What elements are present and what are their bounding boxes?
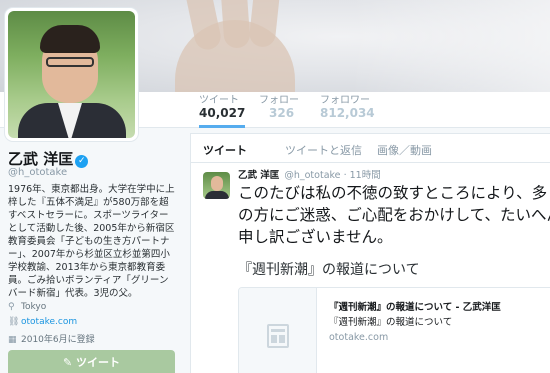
document-icon xyxy=(267,324,289,348)
tab-tweets[interactable]: ツイート xyxy=(203,142,247,158)
profile-avatar[interactable] xyxy=(5,8,138,141)
tweet-link-title: 『週刊新潮』の報道について xyxy=(238,262,420,278)
tweet-author-handle[interactable]: @h_ototake xyxy=(284,170,340,181)
location-pin-icon: ⚲ xyxy=(8,302,15,312)
nav-tweets[interactable]: ツイート 40,027 xyxy=(199,95,246,128)
tweet-author-name[interactable]: 乙武 洋匡 xyxy=(238,170,279,181)
profile-joined: ▦ 2010年6月に登録 xyxy=(8,332,95,345)
tweet-separator: · xyxy=(343,170,347,181)
card-thumbnail xyxy=(239,288,317,373)
timeline-tabs: ツイート ツイートと返信 画像／動画 xyxy=(191,134,550,163)
nav-following-label: フォロー xyxy=(259,95,299,106)
card-description: 『週刊新潮』の報道について xyxy=(329,317,453,328)
profile-name[interactable]: 乙武 洋匡 xyxy=(8,150,73,168)
tweet-timestamp[interactable]: 11時間 xyxy=(350,170,381,181)
location-text: Tokyo xyxy=(21,302,47,312)
card-domain: ototake.com xyxy=(329,332,389,343)
verified-badge-icon: ✓ xyxy=(75,155,89,168)
tweet-avatar[interactable] xyxy=(203,172,230,199)
tweet-avatar-face xyxy=(211,176,223,191)
banner-shade xyxy=(350,0,550,92)
tweet-text: このたびは私の不徳の致すところにより、多くの方にご迷惑、ご心配をおかけして、たい… xyxy=(238,184,550,246)
joined-text: 2010年6月に登録 xyxy=(21,335,95,345)
timeline-panel: ツイート ツイートと返信 画像／動画 乙武 洋匡 @h_ototake · 11… xyxy=(190,133,550,373)
nav-tweets-count: 40,027 xyxy=(199,106,246,120)
tweet-header: 乙武 洋匡 @h_ototake · 11時間 xyxy=(238,167,381,181)
calendar-icon: ▦ xyxy=(8,335,17,345)
card-title: 『週刊新潮』の報道について - 乙武洋匡 xyxy=(329,302,501,313)
tweet-avatar-suit xyxy=(205,191,229,199)
profile-location: ⚲ Tokyo xyxy=(8,302,46,312)
tweet-button-label: ツイート xyxy=(76,356,121,369)
profile-page: ツイート 40,027 フォロー 326 フォロワー 812,034 乙武 洋匡… xyxy=(0,0,550,373)
profile-name-block: 乙武 洋匡 ✓ xyxy=(8,148,89,169)
nav-followers-count: 812,034 xyxy=(320,106,375,120)
tab-tweets-and-replies[interactable]: ツイートと返信 xyxy=(285,142,362,158)
link-preview-card[interactable]: 『週刊新潮』の報道について - 乙武洋匡 『週刊新潮』の報道について otota… xyxy=(238,287,550,373)
nav-followers-label: フォロワー xyxy=(320,95,370,106)
profile-website: ⛓ ototake.com xyxy=(8,317,77,327)
avatar-glasses xyxy=(46,57,94,67)
avatar-hair xyxy=(40,25,100,53)
pencil-icon: ✎ xyxy=(62,356,77,369)
nav-tweets-label: ツイート xyxy=(199,95,239,106)
profile-handle: @h_ototake xyxy=(8,167,68,178)
nav-following[interactable]: フォロー 326 xyxy=(259,95,299,125)
tab-media[interactable]: 画像／動画 xyxy=(377,142,432,158)
link-icon: ⛓ xyxy=(8,317,20,327)
profile-bio: 1976年、東京都出身。大学在学中に上梓した『五体不満足』が580万部を超すベス… xyxy=(8,184,175,299)
tweet-compose-button[interactable]: ✎ ツイート xyxy=(8,350,175,373)
avatar-photo xyxy=(8,11,135,138)
nav-followers[interactable]: フォロワー 812,034 xyxy=(320,95,375,125)
nav-following-count: 326 xyxy=(269,106,295,120)
website-link[interactable]: ototake.com xyxy=(21,317,77,327)
